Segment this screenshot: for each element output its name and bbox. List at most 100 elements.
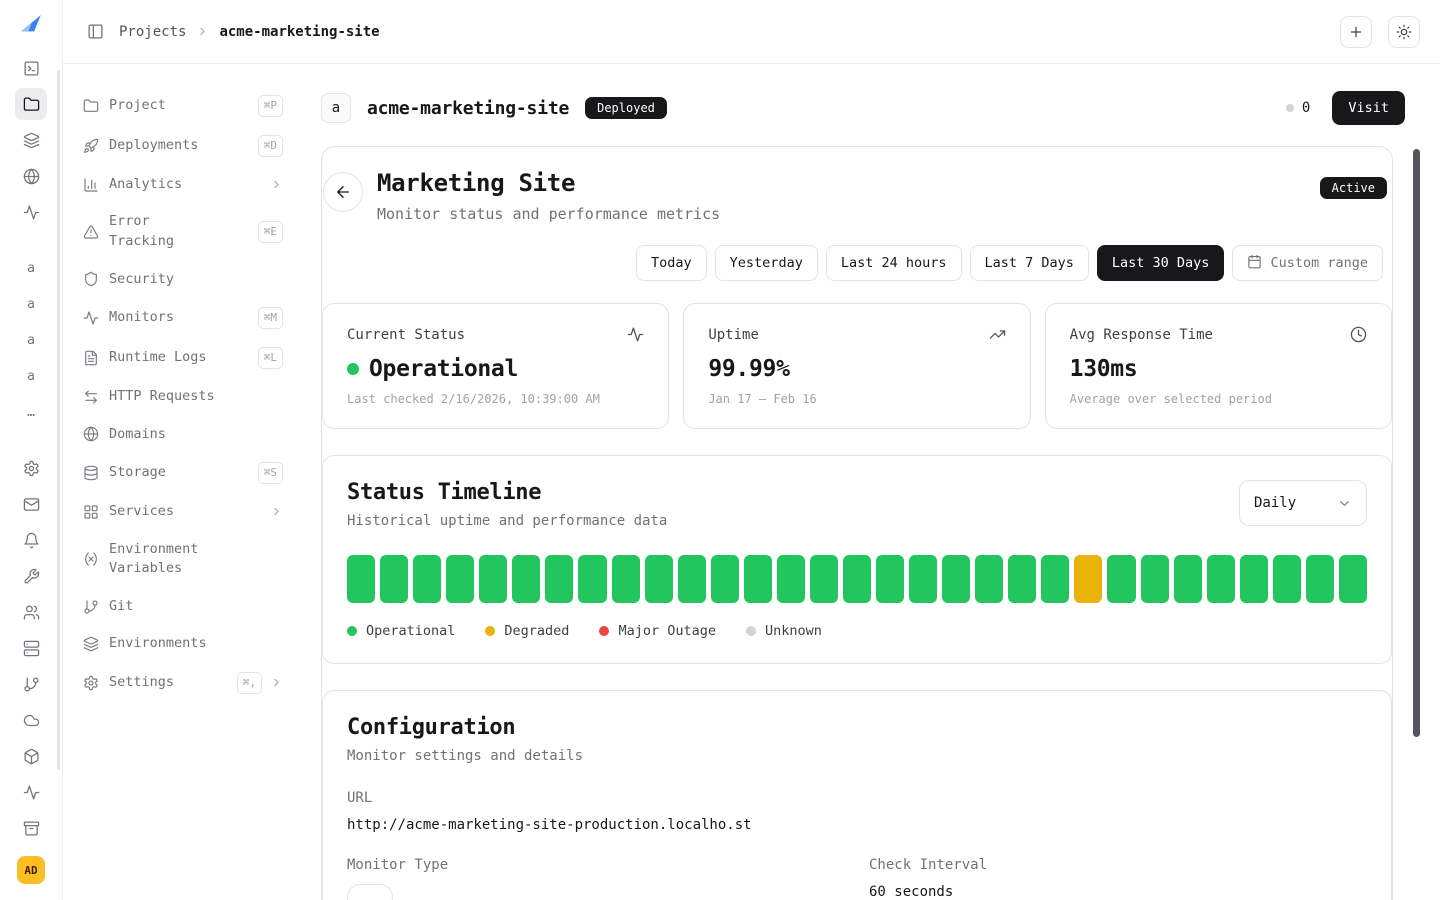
rail-activity-icon[interactable] xyxy=(15,776,47,808)
rail-folder-icon[interactable] xyxy=(15,88,47,120)
sidebar-item-environment-variables[interactable]: Environment Variables xyxy=(75,531,291,588)
rail-bell-icon[interactable] xyxy=(15,524,47,556)
timeline-cell-24-operational[interactable] xyxy=(1107,555,1136,603)
timeline-cell-25-operational[interactable] xyxy=(1140,555,1169,603)
timeline-cell-22-operational[interactable] xyxy=(1041,555,1070,603)
sidebar-item-analytics[interactable]: Analytics xyxy=(75,166,291,204)
issue-count: 0 xyxy=(1301,100,1311,116)
rail-activity-icon[interactable] xyxy=(15,196,47,228)
scroll-area: Marketing Site Monitor status and perfor… xyxy=(301,146,1440,900)
rail-mail-icon[interactable] xyxy=(15,488,47,520)
sidebar-item-runtime-logs[interactable]: Runtime Logs ⌘L xyxy=(75,338,291,378)
timeline-cell-13-operational[interactable] xyxy=(743,555,772,603)
rail-letter-a-icon[interactable]: a xyxy=(15,252,47,284)
timeline-cell-4-operational[interactable] xyxy=(446,555,475,603)
gear-icon xyxy=(83,675,99,691)
rail-globe-icon[interactable] xyxy=(15,160,47,192)
rail-cloud-icon[interactable] xyxy=(15,704,47,736)
rail-gear-icon[interactable] xyxy=(15,452,47,484)
timeline-cell-3-operational[interactable] xyxy=(413,555,442,603)
timeline-cell-17-operational[interactable] xyxy=(876,555,905,603)
timeline-cell-7-operational[interactable] xyxy=(545,555,574,603)
timeline-cell-14-operational[interactable] xyxy=(776,555,805,603)
rail-terminal-square-icon[interactable] xyxy=(15,52,47,84)
sidebar-item-monitors[interactable]: Monitors ⌘M xyxy=(75,298,291,338)
sidebar-item-error-tracking[interactable]: Error Tracking ⌘E xyxy=(75,203,291,260)
timeline-cell-12-operational[interactable] xyxy=(710,555,739,603)
breadcrumb-current: acme-marketing-site xyxy=(219,23,380,40)
rail-server-icon[interactable] xyxy=(15,632,47,664)
legend-label: Unknown xyxy=(764,623,822,639)
sidebar-item-git[interactable]: Git xyxy=(75,588,291,626)
timeline-cell-18-operational[interactable] xyxy=(909,555,938,603)
sidebar-item-label: Services xyxy=(109,503,175,520)
sidebar-item-label: HTTP Requests xyxy=(109,388,215,404)
timeline-cell-2-operational[interactable] xyxy=(380,555,409,603)
timeline-cell-29-operational[interactable] xyxy=(1272,555,1301,603)
rail-more-icon[interactable]: … xyxy=(15,396,47,428)
url-field: URL http://acme-marketing-site-productio… xyxy=(347,790,1367,833)
rail-users-icon[interactable] xyxy=(15,596,47,628)
range-tab-last-24-hours[interactable]: Last 24 hours xyxy=(825,245,962,281)
sidebar-item-security[interactable]: Security xyxy=(75,261,291,299)
rail-letter-a-icon[interactable]: a xyxy=(15,360,47,392)
sidebar-item-http-requests[interactable]: HTTP Requests xyxy=(75,378,291,416)
sidebar-item-environments[interactable]: Environments xyxy=(75,625,291,663)
range-tab-last-30-days[interactable]: Last 30 Days xyxy=(1096,245,1225,281)
range-tab-today[interactable]: Today xyxy=(636,245,707,281)
timeline-cells xyxy=(347,555,1367,603)
sidebar-toggle-button[interactable] xyxy=(83,15,107,48)
timeline-cell-28-operational[interactable] xyxy=(1239,555,1268,603)
rail-letter-a-icon[interactable]: a xyxy=(15,324,47,356)
timeline-cell-11-operational[interactable] xyxy=(677,555,706,603)
timeline-cell-19-operational[interactable] xyxy=(942,555,971,603)
rail-letter-a-icon[interactable]: a xyxy=(15,288,47,320)
timeline-cell-31-operational[interactable] xyxy=(1338,555,1367,603)
timeline-cell-8-operational[interactable] xyxy=(578,555,607,603)
rail-scrollbar[interactable] xyxy=(57,70,60,770)
range-tab-yesterday[interactable]: Yesterday xyxy=(714,245,818,281)
stat-value: 130ms xyxy=(1069,356,1138,382)
timeline-cell-20-operational[interactable] xyxy=(975,555,1004,603)
timeline-cell-16-operational[interactable] xyxy=(842,555,871,603)
timeline-cell-1-operational[interactable] xyxy=(347,555,376,603)
monitor-detail-card: Marketing Site Monitor status and perfor… xyxy=(321,146,1393,900)
custom-range-button[interactable]: Custom range xyxy=(1232,245,1383,281)
timeline-cell-9-operational[interactable] xyxy=(611,555,640,603)
stat-label: Uptime xyxy=(708,326,759,343)
granularity-select[interactable]: Daily xyxy=(1239,480,1367,526)
rail-wrench-icon[interactable] xyxy=(15,560,47,592)
sidebar-item-services[interactable]: Services xyxy=(75,493,291,531)
scrollbar-thumb[interactable] xyxy=(1413,149,1420,737)
add-new-button[interactable] xyxy=(1340,15,1372,48)
sidebar-item-settings[interactable]: Settings ⌘, xyxy=(75,663,291,703)
sidebar-item-deployments[interactable]: Deployments ⌘D xyxy=(75,126,291,166)
visit-button[interactable]: Visit xyxy=(1332,91,1405,125)
user-avatar[interactable]: AD xyxy=(17,856,45,884)
sidebar-item-label: Runtime Logs xyxy=(109,349,207,366)
sidebar-item-domains[interactable]: Domains xyxy=(75,416,291,454)
timeline-cell-21-operational[interactable] xyxy=(1008,555,1037,603)
timeline-cell-5-operational[interactable] xyxy=(479,555,508,603)
arrow-left-right-icon xyxy=(83,389,99,405)
breadcrumb-projects[interactable]: Projects xyxy=(119,24,186,40)
back-button[interactable] xyxy=(323,172,363,212)
timeline-cell-6-operational[interactable] xyxy=(512,555,541,603)
rail-layers-icon[interactable] xyxy=(15,124,47,156)
sidebar-item-project[interactable]: Project ⌘P xyxy=(75,86,291,126)
url-value: http://acme-marketing-site-production.lo… xyxy=(347,817,752,833)
rail-git-branch-icon[interactable] xyxy=(15,668,47,700)
timeline-cell-30-operational[interactable] xyxy=(1305,555,1334,603)
timeline-cell-23-degraded[interactable] xyxy=(1074,555,1103,603)
rail-box-icon[interactable] xyxy=(15,740,47,772)
rail-archive-icon[interactable] xyxy=(15,812,47,844)
timeline-cell-15-operational[interactable] xyxy=(809,555,838,603)
timeline-cell-27-operational[interactable] xyxy=(1206,555,1235,603)
theme-toggle-button[interactable] xyxy=(1388,15,1420,48)
monitor-titles: Marketing Site Monitor status and perfor… xyxy=(377,169,720,223)
sidebar-item-storage[interactable]: Storage ⌘S xyxy=(75,453,291,493)
timeline-cell-10-operational[interactable] xyxy=(644,555,673,603)
app-logo-icon[interactable] xyxy=(15,8,47,40)
timeline-cell-26-operational[interactable] xyxy=(1173,555,1202,603)
range-tab-last-7-days[interactable]: Last 7 Days xyxy=(969,245,1089,281)
